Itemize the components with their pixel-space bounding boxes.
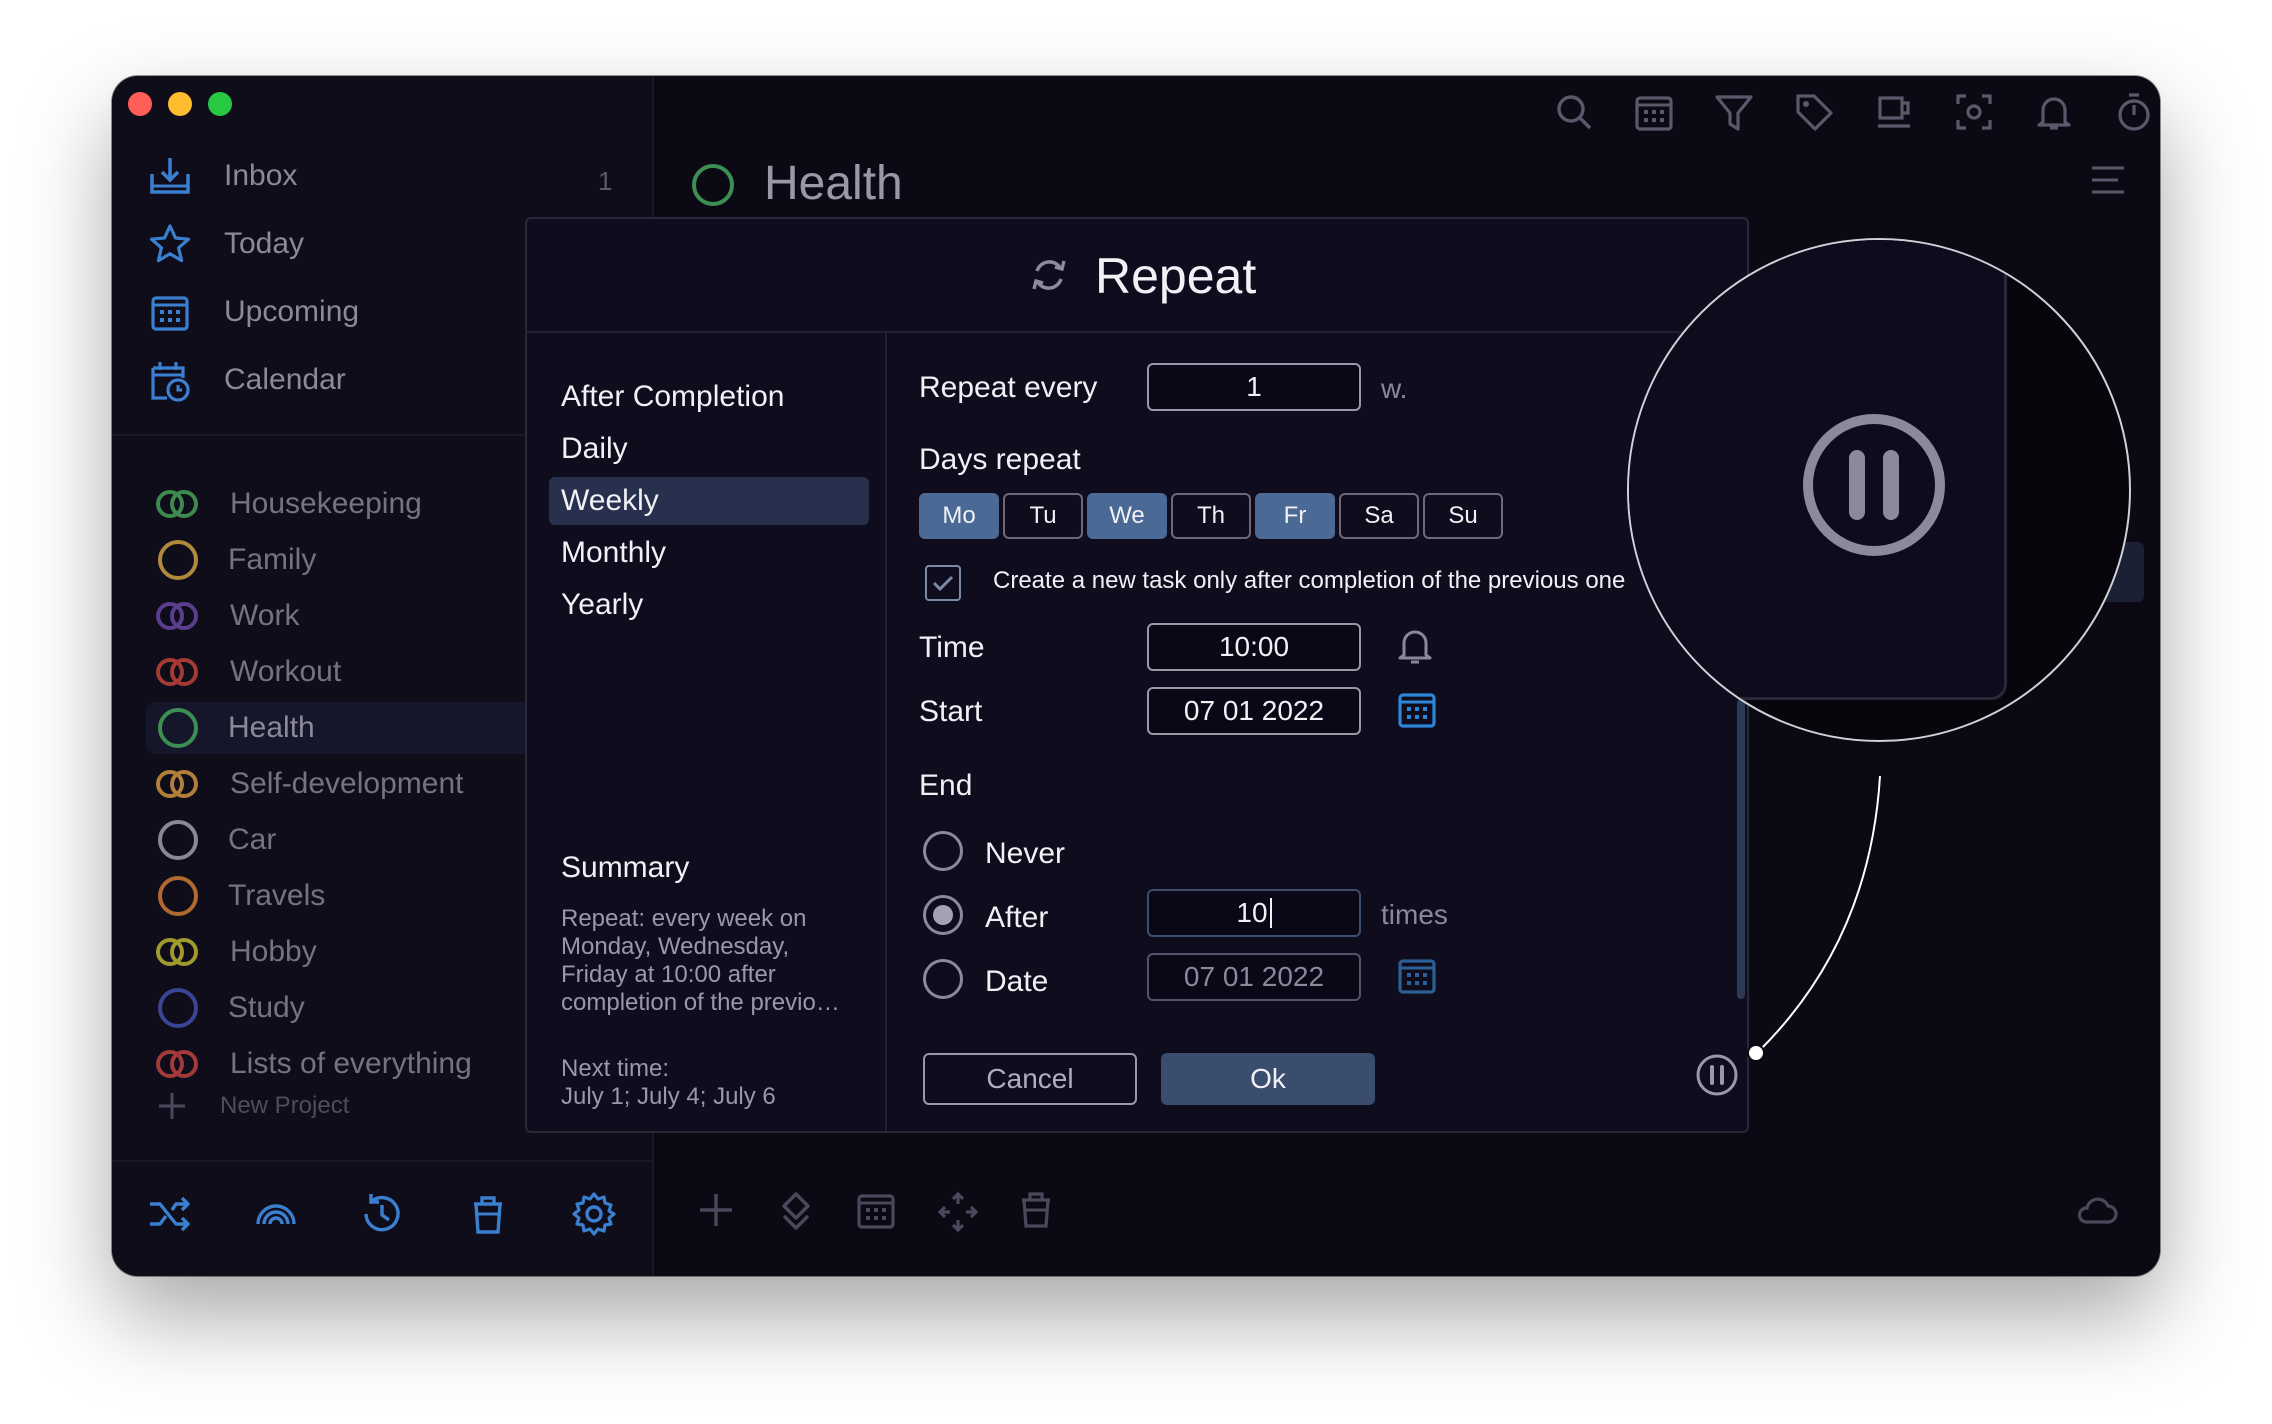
magnifier-callout (1627, 238, 2131, 742)
pause-icon (1799, 410, 1949, 565)
